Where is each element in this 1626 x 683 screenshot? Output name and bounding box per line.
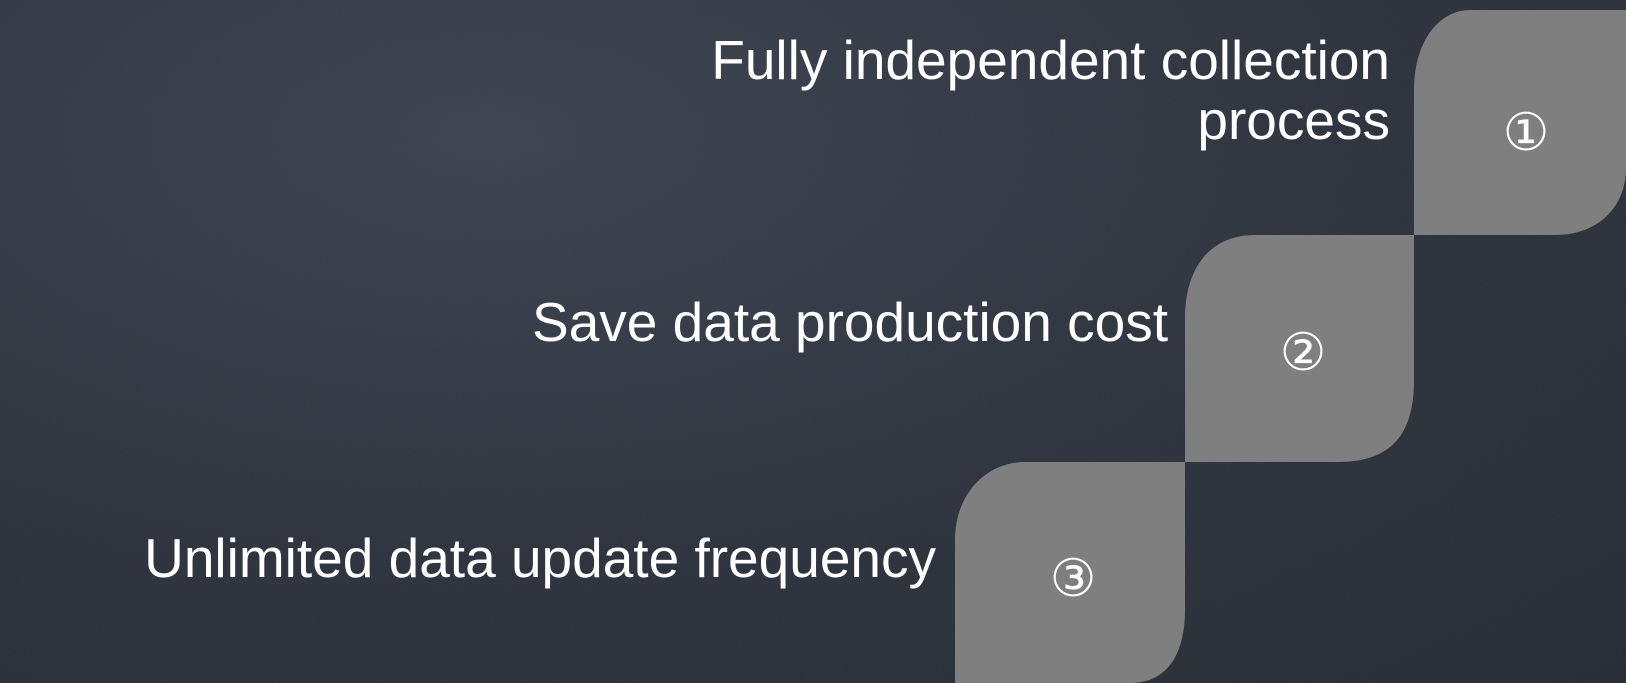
step-1-label: Fully independent collection process xyxy=(711,30,1390,150)
step-2-label: Save data production cost xyxy=(532,291,1168,353)
step-3-label: Unlimited data update frequency xyxy=(144,527,936,589)
step-1-shape: ① xyxy=(1414,10,1626,235)
step-2-shape: ② xyxy=(1185,235,1414,462)
step-1-label-line1: Fully independent collection xyxy=(711,29,1390,91)
step-3-number: ③ xyxy=(1050,549,1097,609)
step-1-label-line2: process xyxy=(1197,89,1390,151)
step-3-shape: ③ xyxy=(955,462,1185,683)
step-2-number: ② xyxy=(1280,323,1327,383)
step-1-number: ① xyxy=(1503,103,1550,163)
